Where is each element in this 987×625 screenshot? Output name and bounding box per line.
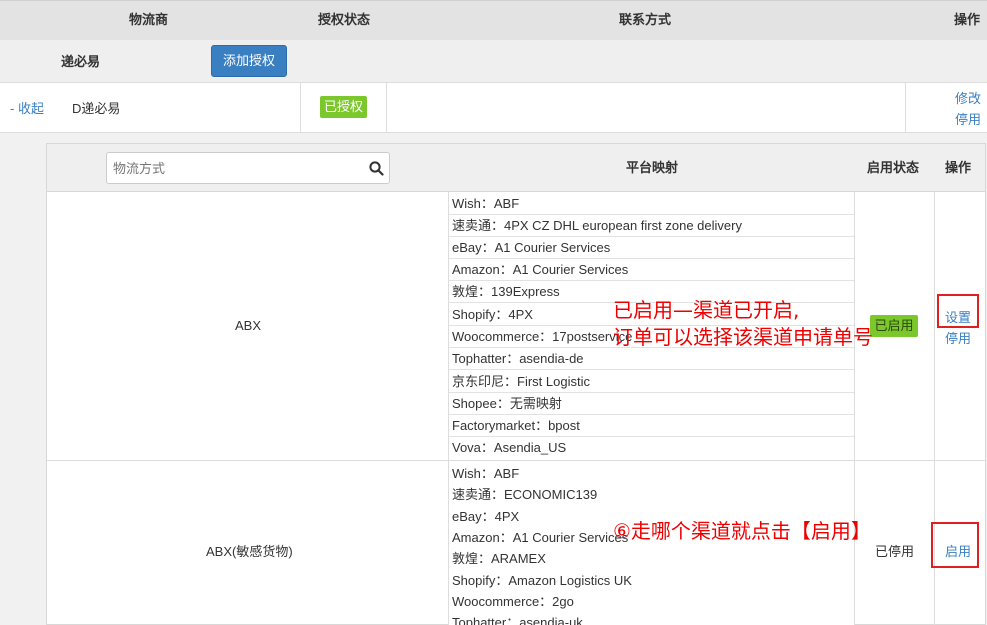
annotation-note: 已启用—渠道已开启, [613,298,800,322]
col-header-status: 启用状态 [867,160,920,175]
mapping-item: Tophatter：asendia-uk [449,612,854,625]
channel-settings-link[interactable]: 设置 [945,307,971,326]
search-icon[interactable] [369,161,384,176]
mapping-item: Woocommerce：2go [449,591,854,613]
channel-disable-link[interactable]: 停用 [945,328,971,347]
mapping-item: Wish：ABF [449,463,854,485]
channel-status-badge: 已启用 [870,315,918,337]
carrier-name: 递必易 [61,54,101,69]
divider [905,83,906,133]
col-header-auth-status: 授权状态 [318,12,371,27]
mapping-item: 速卖通：4PX CZ DHL european first zone deliv… [449,215,854,237]
col-header-channel-actions: 操作 [945,160,972,175]
mapping-item: 京东印尼：First Logistic [449,371,854,393]
channel-status-text: 已停用 [875,544,915,559]
carrier-row [0,40,987,83]
disable-link[interactable]: 停用 [955,109,981,128]
mapping-item: Wish：ABF [449,193,854,215]
channel-name: ABX [235,318,262,333]
mapping-item: 敦煌：ARAMEX [449,548,854,570]
divider [300,83,301,133]
mapping-item: Amazon：A1 Courier Services [449,259,854,281]
edit-link[interactable]: 修改 [955,88,981,107]
mapping-item: Tophatter：asendia-de [449,348,854,370]
divider [386,83,387,133]
mapping-item: Shopify：Amazon Logistics UK [449,570,854,592]
divider [854,192,855,625]
col-header-contact: 联系方式 [619,12,672,27]
annotation-note: 订单可以选择该渠道申请单号 [613,325,873,349]
channel-enable-link[interactable]: 启用 [945,541,971,560]
account-row [0,83,987,133]
collapse-link[interactable]: - 收起 [10,98,44,117]
account-name: D递必易 [72,101,121,116]
mapping-item: eBay：A1 Courier Services [449,237,854,259]
auth-status-badge: 已授权 [320,96,367,118]
row-divider [47,460,985,461]
col-header-actions: 操作 [954,12,981,27]
channel-name: ABX(敏感货物) [206,544,293,559]
mapping-item: Vova：Asendia_US [449,437,854,459]
col-header-platform-mapping: 平台映射 [626,160,679,175]
mapping-item: Shopee：无需映射 [449,393,854,415]
col-header-carrier: 物流商 [129,12,169,27]
shipping-method-search-input[interactable] [106,152,390,184]
mapping-item: Factorymarket：bpost [449,415,854,437]
mapping-item: 速卖通：ECONOMIC139 [449,484,854,506]
annotation-note: ⑥走哪个渠道就点击【启用】 [613,519,871,543]
add-authorization-button[interactable]: 添加授权 [211,45,287,77]
